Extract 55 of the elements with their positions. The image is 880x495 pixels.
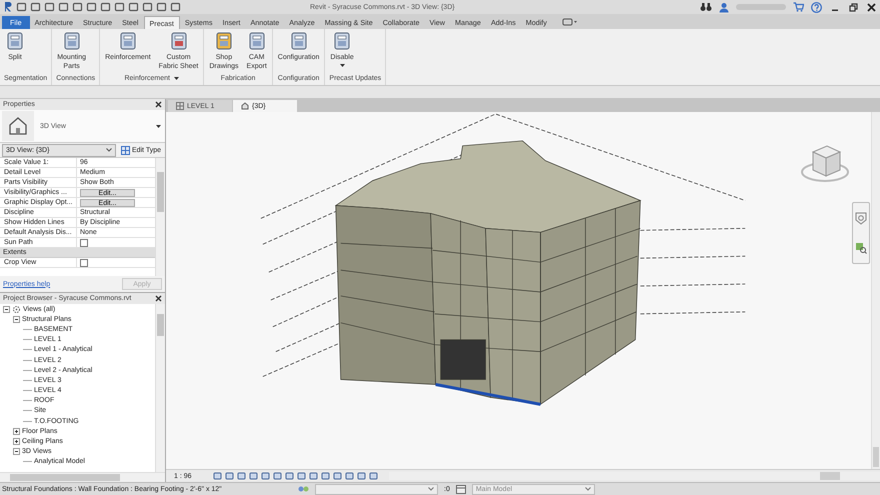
close-icon[interactable] xyxy=(155,101,162,108)
user-icon[interactable] xyxy=(719,2,729,12)
panel-toggle-icon[interactable] xyxy=(562,18,578,26)
toolbar-icon[interactable] xyxy=(100,2,111,12)
tool-icon xyxy=(62,31,82,51)
scrollbar[interactable] xyxy=(155,158,165,276)
toolbar-icon[interactable] xyxy=(170,2,181,12)
chevron-icon xyxy=(428,487,434,491)
caret-icon[interactable] xyxy=(174,76,179,80)
checkbox[interactable] xyxy=(80,258,88,266)
restore-icon[interactable] xyxy=(849,2,858,12)
tool-icon xyxy=(288,31,309,51)
help-icon[interactable] xyxy=(811,2,822,12)
toolbar-icon[interactable] xyxy=(58,2,69,12)
toolbar-icon[interactable] xyxy=(16,2,27,12)
scrollbar[interactable] xyxy=(155,304,165,472)
toolbar-icon[interactable] xyxy=(156,2,167,12)
chevron-icon xyxy=(584,487,591,491)
tool-icon xyxy=(168,31,188,51)
toolbar-icon[interactable] xyxy=(114,2,125,12)
toolbar-icon[interactable] xyxy=(128,2,139,12)
tool-icon xyxy=(332,31,352,51)
toolbar-icon[interactable] xyxy=(142,2,153,12)
house-icon xyxy=(7,115,29,137)
toolbar-icon[interactable] xyxy=(72,2,83,12)
scrollbar[interactable] xyxy=(0,472,165,482)
tool-icon xyxy=(5,31,25,51)
views-icon xyxy=(12,304,21,314)
scrollbar[interactable] xyxy=(389,472,880,480)
house-icon xyxy=(241,102,249,110)
tool-icon xyxy=(246,31,267,51)
close-icon[interactable] xyxy=(155,295,162,302)
design-options-icon[interactable] xyxy=(456,484,466,494)
expander-icon[interactable] xyxy=(13,428,20,435)
toolbar-icon[interactable] xyxy=(30,2,41,12)
caret-icon xyxy=(156,124,161,128)
tool-icon xyxy=(214,31,234,51)
chevron-icon xyxy=(106,148,112,152)
toolbar-icon[interactable] xyxy=(44,2,55,12)
blurred-username xyxy=(736,4,786,10)
tool-icon xyxy=(118,31,138,51)
expander-icon[interactable] xyxy=(13,438,20,446)
checkbox[interactable] xyxy=(80,238,88,246)
close-icon[interactable] xyxy=(867,2,876,12)
cart-icon[interactable] xyxy=(793,2,804,12)
expander-icon[interactable] xyxy=(3,306,10,313)
expander-icon[interactable] xyxy=(13,316,20,323)
plan-icon xyxy=(176,102,184,110)
scrollbar[interactable] xyxy=(871,112,880,469)
grid-icon xyxy=(120,146,130,154)
app-logo-icon[interactable] xyxy=(4,0,13,14)
expander-icon[interactable] xyxy=(13,448,20,456)
toolbar-icon[interactable] xyxy=(86,2,97,12)
zoom-icon[interactable] xyxy=(855,242,867,254)
binoculars-icon[interactable] xyxy=(700,2,712,12)
